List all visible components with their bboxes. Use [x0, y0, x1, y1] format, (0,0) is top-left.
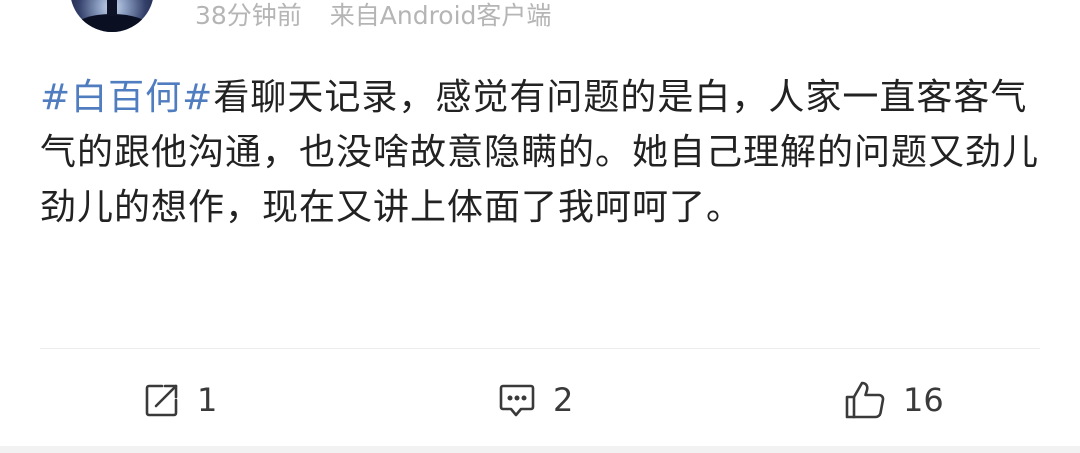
divider [40, 348, 1040, 349]
hashtag-link[interactable]: #白百何# [40, 77, 213, 118]
action-bar: 1 2 16 [0, 372, 1080, 428]
repost-count: 1 [197, 381, 218, 419]
repost-button[interactable]: 1 [143, 372, 217, 428]
avatar-ground [76, 14, 148, 32]
bottom-separator [0, 446, 1080, 453]
repost-icon [143, 381, 181, 419]
like-button[interactable]: 16 [843, 372, 944, 428]
post-meta: 38分钟前 来自Android客户端 [195, 0, 551, 34]
post-time: 38分钟前 [195, 1, 302, 30]
comment-count: 2 [553, 381, 574, 419]
avatar[interactable] [70, 0, 154, 32]
post-source: 来自Android客户端 [329, 1, 552, 30]
like-count: 16 [903, 381, 944, 419]
like-icon [843, 379, 887, 421]
comment-icon [497, 381, 537, 419]
comment-button[interactable]: 2 [497, 372, 573, 428]
avatar-figure [107, 0, 117, 16]
weibo-post: 38分钟前 来自Android客户端 #白百何#看聊天记录，感觉有问题的是白，人… [0, 0, 1080, 453]
post-content: #白百何#看聊天记录，感觉有问题的是白，人家一直客客气气的跟他沟通，也没啥故意隐… [40, 70, 1040, 235]
